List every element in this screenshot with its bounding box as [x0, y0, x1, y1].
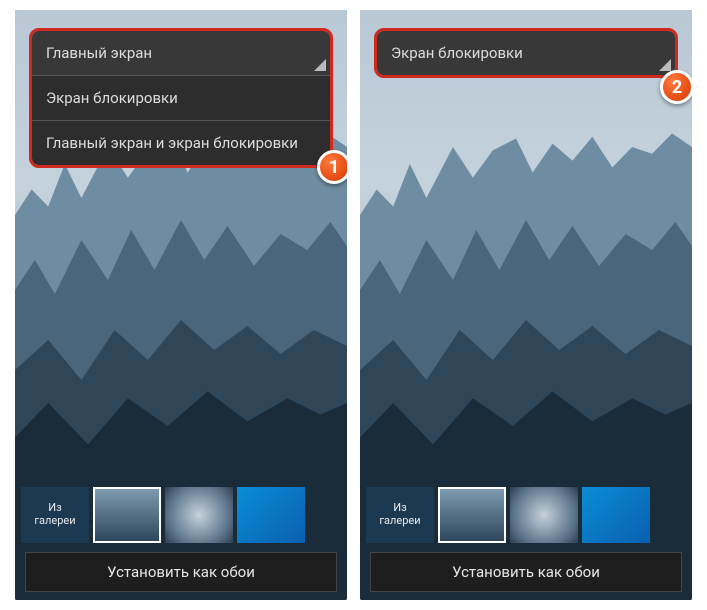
- gallery-label-line1: Из: [393, 501, 406, 514]
- thumb-mountains[interactable]: [93, 487, 161, 543]
- dropdown-option-both[interactable]: Главный экран и экран блокировки: [32, 120, 330, 165]
- gallery-label-line2: галереи: [34, 514, 75, 527]
- phone-screenshot-left: Главный экран Экран блокировки Главный э…: [15, 10, 347, 600]
- thumb-mountains[interactable]: [438, 487, 506, 543]
- thumb-swirl[interactable]: [165, 487, 233, 543]
- thumb-blue[interactable]: [237, 487, 305, 543]
- callout-badge-1: 1: [317, 150, 347, 184]
- gallery-label-line1: Из: [48, 501, 61, 514]
- thumb-from-gallery[interactable]: Из галереи: [366, 487, 434, 543]
- set-wallpaper-button[interactable]: Установить как обои: [25, 552, 337, 592]
- wallpaper-thumbnails: Из галереи: [21, 485, 341, 545]
- dropdown-selected-lock[interactable]: Экран блокировки: [377, 31, 675, 75]
- dropdown-option-home[interactable]: Главный экран: [32, 31, 330, 75]
- dropdown-option-lock[interactable]: Экран блокировки: [32, 75, 330, 120]
- target-dropdown-collapsed: Экран блокировки: [374, 28, 678, 78]
- thumb-blue[interactable]: [582, 487, 650, 543]
- thumb-swirl[interactable]: [510, 487, 578, 543]
- thumb-from-gallery[interactable]: Из галереи: [21, 487, 89, 543]
- callout-badge-2: 2: [660, 70, 692, 104]
- set-wallpaper-button[interactable]: Установить как обои: [370, 552, 682, 592]
- gallery-label-line2: галереи: [379, 514, 420, 527]
- phone-screenshot-right: Экран блокировки Из галереи Установить к…: [360, 10, 692, 600]
- target-dropdown-expanded: Главный экран Экран блокировки Главный э…: [29, 28, 333, 168]
- wallpaper-thumbnails: Из галереи: [366, 485, 686, 545]
